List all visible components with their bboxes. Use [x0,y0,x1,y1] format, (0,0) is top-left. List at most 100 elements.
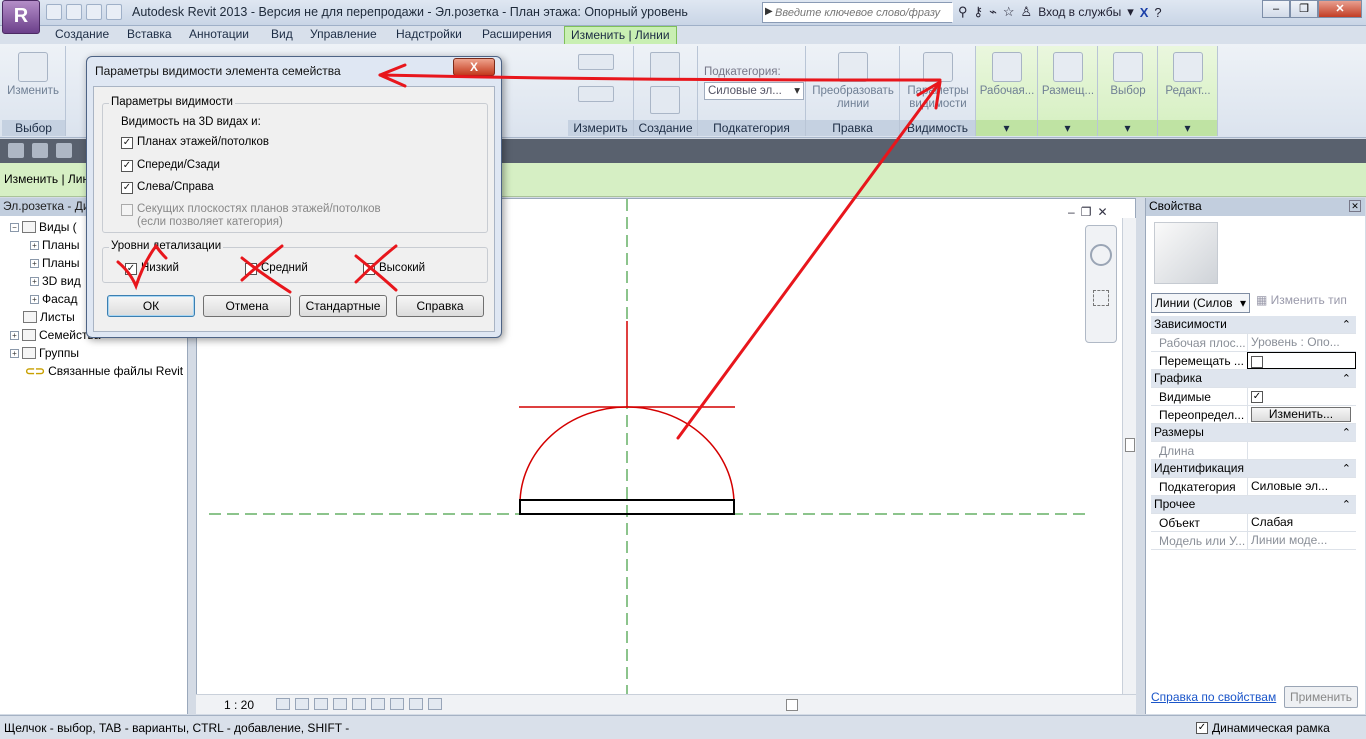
show-crop-icon[interactable] [371,698,385,710]
analytical-model-icon[interactable] [428,698,442,710]
open-icon[interactable] [46,4,62,20]
places-button[interactable]: Размещ... [1040,52,1096,98]
group-identity[interactable]: Идентификация [1151,460,1356,478]
tab-insert[interactable]: Вставка [127,27,172,41]
binoculars-icon[interactable]: ⚲ [958,4,968,20]
collapse-icon[interactable]: − [10,222,19,232]
left-right-checkbox[interactable]: ✓ [121,182,133,194]
create-component-icon[interactable] [650,52,680,80]
filter-panel-expander[interactable]: ▾ [1098,120,1157,136]
edit-type-button[interactable]: ▦ Изменить тип [1256,293,1347,307]
tab-create[interactable]: Создание [55,27,109,41]
dimension-icon[interactable] [578,86,614,102]
front-back-checkbox[interactable]: ✓ [121,160,133,172]
close-window-button[interactable]: ✕ [1318,0,1362,18]
override-edit-button[interactable]: Изменить... [1251,407,1351,422]
detail-high-checkbox[interactable] [363,263,375,275]
edit-family-panel-expander[interactable]: ▾ [1158,120,1217,136]
antenna-icon[interactable]: ⌁ [989,4,997,20]
temporary-hide-icon[interactable] [390,698,404,710]
close-view-icon[interactable]: ✕ [1097,205,1107,219]
tab-view[interactable]: Вид [271,27,293,41]
left-right-option[interactable]: ✓ Слева/Справа [121,181,214,194]
expand-icon[interactable]: + [10,348,19,358]
subcategory-select[interactable]: Силовые эл... [704,82,804,100]
expand-icon[interactable]: + [10,330,19,340]
zoom-region-icon[interactable] [1093,290,1109,306]
filter-button[interactable]: Выбор [1100,52,1156,98]
detail-level-icon[interactable] [276,698,290,710]
properties-help-link[interactable]: Справка по свойствам [1151,690,1276,704]
ok-button[interactable]: ОК [107,295,195,317]
tab-addins[interactable]: Надстройки [396,27,462,41]
reveal-hidden-icon[interactable] [409,698,423,710]
minimize-button[interactable]: – [1262,0,1290,18]
help-button[interactable]: Справка [396,295,484,317]
exchange-icon[interactable]: X [1140,5,1149,20]
restore-view-icon[interactable]: ❐ [1081,205,1092,219]
expand-icon[interactable]: + [30,294,39,304]
tab-manage[interactable]: Управление [310,27,377,41]
horizontal-scroll-thumb[interactable] [786,699,798,711]
key-icon[interactable]: ⚷ [974,4,984,20]
tab-modify-lines[interactable]: Изменить | Линии [564,26,677,44]
tab-extensions[interactable]: Расширения [482,27,552,41]
workplane-button[interactable]: Рабочая... [978,52,1036,98]
tree-item-elevations[interactable]: + Фасад [30,292,77,306]
cancel-button[interactable]: Отмена [203,295,291,317]
visual-style-icon[interactable] [295,698,309,710]
edit-family-button[interactable]: Редакт... [1160,52,1216,98]
plans-checkbox[interactable]: ✓ [121,137,133,149]
detail-medium-option[interactable]: Средний [245,262,308,275]
expand-icon[interactable]: + [30,276,39,286]
detail-low-option[interactable]: ✓ Низкий [125,262,179,275]
user-icon[interactable]: ♙ [1021,4,1033,20]
move-with-checkbox[interactable] [1251,355,1263,368]
visible-checkbox[interactable]: ✓ [1251,390,1263,403]
modify-button[interactable]: Изменить [4,52,62,98]
group-constraints[interactable]: Зависимости [1151,316,1356,334]
visibility-settings-button[interactable]: Параметры видимости [904,52,972,111]
minimize-view-icon[interactable]: – [1068,205,1075,219]
group-dimensions[interactable]: Размеры [1151,424,1356,442]
application-menu-button[interactable]: R [2,0,40,34]
dialog-close-button[interactable]: X [453,58,495,76]
convert-lines-button[interactable]: Преобразовать линии [810,52,896,111]
tree-item-groups[interactable]: + Группы [10,346,79,360]
tree-item-floor-plans[interactable]: + Планы [30,238,80,252]
undo-icon[interactable] [86,4,102,20]
dynamic-frame-checkbox[interactable]: ✓ [1196,722,1208,734]
dynamic-frame-toggle[interactable]: ✓ Динамическая рамка [1196,721,1330,735]
front-back-option[interactable]: ✓ Спереди/Сзади [121,159,220,172]
plans-option[interactable]: ✓ Планах этажей/потолков [121,136,269,149]
star-icon[interactable]: ☆ [1003,4,1015,20]
detail-medium-checkbox[interactable] [245,263,257,275]
measure-icon[interactable] [578,54,614,70]
tab-annotate[interactable]: Аннотации [189,27,249,41]
vertical-scrollbar[interactable] [1122,218,1136,694]
signin-link[interactable]: Вход в службы [1038,5,1121,19]
chevron-down-icon[interactable]: ▾ [1127,4,1134,20]
sun-path-icon[interactable] [314,698,328,710]
cube-icon[interactable] [56,143,72,158]
create-group-icon[interactable] [650,86,680,114]
steering-wheel-icon[interactable] [1090,244,1112,266]
save-file-icon[interactable] [32,143,48,158]
detail-low-checkbox[interactable]: ✓ [125,263,137,275]
detail-high-option[interactable]: Высокий [363,262,425,275]
workplane-panel-expander[interactable]: ▾ [976,120,1037,136]
help-icon[interactable]: ? [1154,5,1161,20]
tree-item-views[interactable]: − Виды ( [10,220,77,234]
places-panel-expander[interactable]: ▾ [1038,120,1097,136]
apply-button[interactable]: Применить [1284,686,1358,708]
shadows-icon[interactable] [333,698,347,710]
group-graphics[interactable]: Графика [1151,370,1356,388]
view-scale[interactable]: 1 : 20 [224,698,254,712]
close-icon[interactable]: ✕ [1349,200,1361,212]
vertical-scroll-thumb[interactable] [1125,438,1135,452]
maximize-button[interactable]: ❐ [1290,0,1318,18]
save-icon[interactable] [66,4,82,20]
open-file-icon[interactable] [8,143,24,158]
expand-icon[interactable]: + [30,240,39,250]
expand-icon[interactable]: + [30,258,39,268]
